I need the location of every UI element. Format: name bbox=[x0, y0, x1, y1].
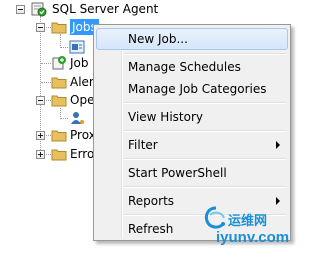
folder-icon bbox=[51, 146, 67, 162]
menu-item-label: New Job... bbox=[128, 32, 188, 46]
collapse-toggle[interactable] bbox=[16, 5, 25, 14]
watermark-url: iyunv.com bbox=[216, 229, 290, 246]
collapse-toggle[interactable] bbox=[36, 96, 45, 105]
tree-node-label[interactable]: Aler bbox=[70, 74, 94, 90]
menu-separator bbox=[124, 130, 286, 132]
collapse-toggle[interactable] bbox=[36, 23, 45, 32]
submenu-arrow-icon bbox=[276, 197, 280, 205]
menu-item-label: Manage Job Categories bbox=[128, 82, 267, 96]
tree-node-label[interactable]: Prox bbox=[70, 127, 96, 143]
tree-node-label[interactable]: Ope bbox=[70, 92, 94, 108]
tree-node-label[interactable]: Job bbox=[70, 55, 89, 71]
menu-item-label: View History bbox=[128, 110, 203, 124]
menu-item-new-job[interactable]: New Job... bbox=[96, 28, 288, 50]
folder-icon bbox=[51, 74, 67, 90]
user-icon[interactable] bbox=[69, 110, 85, 126]
folder-icon bbox=[51, 127, 67, 143]
sql-server-agent-icon bbox=[31, 1, 47, 17]
tree-line bbox=[41, 63, 51, 65]
menu-item-start-powershell[interactable]: Start PowerShell bbox=[96, 162, 288, 184]
menu-item-manage-schedules[interactable]: Manage Schedules bbox=[96, 56, 288, 78]
menu-item-manage-job-categories[interactable]: Manage Job Categories bbox=[96, 78, 288, 100]
menu-item-filter[interactable]: Filter bbox=[96, 134, 288, 156]
menu-separator bbox=[124, 102, 286, 104]
menu-separator bbox=[124, 53, 286, 55]
menu-item-label: Manage Schedules bbox=[128, 60, 241, 74]
menu-item-label: Refresh bbox=[128, 222, 174, 236]
tree-line bbox=[60, 47, 68, 49]
expand-toggle[interactable] bbox=[36, 150, 45, 159]
menu-separator bbox=[124, 158, 286, 160]
menu-item-label: Start PowerShell bbox=[128, 166, 227, 180]
tree-node-label[interactable]: Erro bbox=[70, 146, 94, 162]
expand-toggle[interactable] bbox=[36, 131, 45, 140]
menu-item-label: Filter bbox=[128, 138, 158, 152]
submenu-arrow-icon bbox=[276, 141, 280, 149]
menu-item-label: Reports bbox=[128, 194, 175, 208]
tree-line bbox=[60, 34, 62, 48]
menu-item-view-history[interactable]: View History bbox=[96, 106, 288, 128]
tree-line bbox=[41, 82, 51, 84]
menu-separator bbox=[124, 186, 286, 188]
tree-line bbox=[60, 118, 68, 120]
tree-node-label[interactable]: SQL Server Agent bbox=[52, 1, 158, 17]
folder-icon bbox=[51, 92, 67, 108]
watermark-title: 运维网 bbox=[228, 214, 268, 229]
folder-icon bbox=[51, 19, 67, 35]
watermark: 运维网 iyunv.com bbox=[202, 205, 298, 253]
job-icon[interactable] bbox=[69, 39, 85, 55]
job-activity-monitor-icon bbox=[51, 55, 67, 71]
